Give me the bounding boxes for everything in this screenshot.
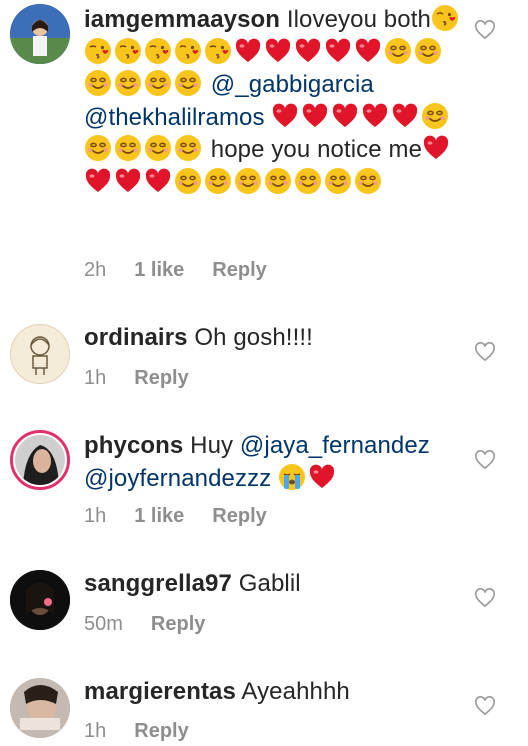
kiss-face-emoji-icon bbox=[204, 37, 232, 65]
comment-time: 50m bbox=[84, 613, 123, 635]
comment-meta: 1h 1 like Reply bbox=[84, 505, 295, 528]
comment-meta: 1h Reply bbox=[84, 720, 217, 743]
reply-button[interactable]: Reply bbox=[212, 505, 266, 527]
comment-text: Gablil bbox=[238, 570, 301, 597]
kiss-face-emoji-icon bbox=[144, 37, 172, 65]
smile-emoji-icon bbox=[421, 102, 449, 130]
comment-body: margierentas Ayeahhhh bbox=[84, 676, 464, 709]
kiss-face-emoji-icon bbox=[114, 37, 142, 65]
avatar[interactable] bbox=[10, 4, 70, 64]
smile-emoji-icon bbox=[144, 69, 172, 97]
heart-emoji-icon bbox=[301, 102, 329, 130]
smile-emoji-icon bbox=[114, 134, 142, 162]
like-heart-icon[interactable] bbox=[474, 696, 496, 716]
comment-text: hope you notice me bbox=[204, 136, 423, 163]
comment-content: Gablil bbox=[239, 570, 301, 597]
heart-emoji-icon bbox=[264, 37, 292, 65]
smile-emoji-icon bbox=[174, 134, 202, 162]
smile-emoji-icon bbox=[294, 167, 322, 195]
kiss-face-emoji-icon bbox=[431, 4, 459, 32]
comment-content: Ayeahhhh bbox=[241, 678, 349, 705]
user-mention-link[interactable]: @jaya_fernandez bbox=[240, 432, 430, 459]
comment-body: phycons Huy @jaya_fernandez @joyfernande… bbox=[84, 430, 464, 495]
user-mention-link[interactable]: @joyfernandezzz bbox=[84, 465, 271, 492]
comment-meta: 50m Reply bbox=[84, 613, 233, 636]
like-heart-icon[interactable] bbox=[474, 342, 496, 362]
like-heart-icon[interactable] bbox=[474, 588, 496, 608]
comment-time: 1h bbox=[84, 367, 107, 389]
like-heart-icon[interactable] bbox=[474, 450, 496, 470]
smile-emoji-icon bbox=[114, 69, 142, 97]
comment-time: 1h bbox=[84, 505, 107, 527]
comment-username[interactable]: phycons bbox=[84, 432, 183, 459]
smile-emoji-icon bbox=[354, 167, 382, 195]
smile-emoji-icon bbox=[264, 167, 292, 195]
comment-username[interactable]: sanggrella97 bbox=[84, 570, 232, 597]
comment-time: 2h bbox=[84, 259, 107, 281]
avatar[interactable] bbox=[10, 430, 70, 490]
heart-emoji-icon bbox=[331, 102, 359, 130]
heart-emoji-icon bbox=[114, 167, 142, 195]
heart-emoji-icon bbox=[144, 167, 172, 195]
comment-meta: 2h 1 like Reply bbox=[84, 259, 295, 282]
reply-button[interactable]: Reply bbox=[212, 259, 266, 281]
heart-emoji-icon bbox=[294, 37, 322, 65]
heart-emoji-icon bbox=[234, 37, 262, 65]
heart-emoji-icon bbox=[422, 134, 450, 162]
comment-time: 1h bbox=[84, 720, 107, 742]
reply-button[interactable]: Reply bbox=[151, 613, 205, 635]
kiss-face-emoji-icon bbox=[84, 37, 112, 65]
heart-emoji-icon bbox=[354, 37, 382, 65]
likes-count[interactable]: 1 like bbox=[134, 259, 184, 281]
heart-emoji-icon bbox=[84, 167, 112, 195]
smile-emoji-icon bbox=[174, 69, 202, 97]
comment-meta: 1h Reply bbox=[84, 367, 217, 390]
heart-emoji-icon bbox=[308, 463, 336, 491]
heart-emoji-icon bbox=[391, 102, 419, 130]
smile-emoji-icon bbox=[234, 167, 262, 195]
heart-emoji-icon bbox=[271, 102, 299, 130]
crying-face-emoji-icon bbox=[278, 463, 306, 491]
comment-text: Oh gosh!!!! bbox=[194, 324, 313, 351]
avatar[interactable] bbox=[10, 570, 70, 630]
user-mention-link[interactable]: @_gabbigarcia bbox=[211, 71, 374, 98]
smile-emoji-icon bbox=[84, 134, 112, 162]
like-heart-icon[interactable] bbox=[474, 20, 496, 40]
kiss-face-emoji-icon bbox=[174, 37, 202, 65]
comment-text: Huy bbox=[190, 432, 240, 459]
smile-emoji-icon bbox=[414, 37, 442, 65]
smile-emoji-icon bbox=[174, 167, 202, 195]
comment-username[interactable]: margierentas bbox=[84, 678, 236, 705]
smile-emoji-icon bbox=[144, 134, 172, 162]
comment-text bbox=[271, 465, 278, 492]
smile-emoji-icon bbox=[84, 69, 112, 97]
comment-username[interactable]: ordinairs bbox=[84, 324, 188, 351]
smile-emoji-icon bbox=[324, 167, 352, 195]
user-mention-link[interactable]: @thekhalilramos bbox=[84, 104, 265, 131]
reply-button[interactable]: Reply bbox=[134, 720, 188, 742]
smile-emoji-icon bbox=[204, 167, 232, 195]
comment-content: Iloveyou both @_gabbigarcia @thekhalilra… bbox=[84, 4, 461, 196]
comment-username[interactable]: iamgemmaayson bbox=[84, 6, 280, 33]
comment-text: Ayeahhhh bbox=[241, 678, 350, 705]
avatar[interactable] bbox=[10, 678, 70, 738]
avatar[interactable] bbox=[10, 324, 70, 384]
comment-body: sanggrella97 Gablil bbox=[84, 568, 464, 601]
comment-body: ordinairs Oh gosh!!!! bbox=[84, 322, 464, 355]
comment-text bbox=[204, 71, 211, 98]
smile-emoji-icon bbox=[384, 37, 412, 65]
comment-text bbox=[265, 104, 272, 131]
heart-emoji-icon bbox=[361, 102, 389, 130]
comment-text: Iloveyou both bbox=[286, 6, 431, 33]
comment-body: iamgemmaayson Iloveyou both @_gabbigarci… bbox=[84, 4, 464, 199]
comment-content: Oh gosh!!!! bbox=[194, 324, 313, 351]
likes-count[interactable]: 1 like bbox=[134, 505, 184, 527]
heart-emoji-icon bbox=[324, 37, 352, 65]
reply-button[interactable]: Reply bbox=[134, 367, 188, 389]
